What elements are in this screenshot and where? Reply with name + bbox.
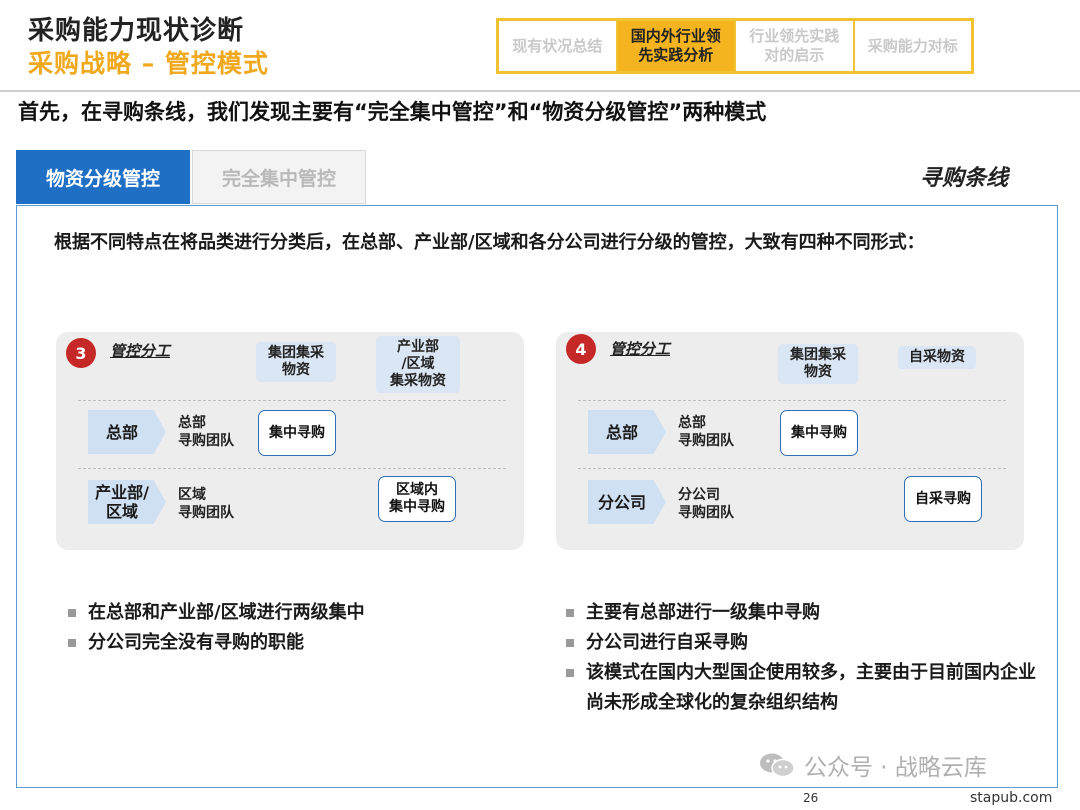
diagram-number-badge: 3 (66, 338, 96, 368)
header-divider (0, 90, 1080, 92)
row-divider (578, 468, 1006, 469)
page-title: 采购能力现状诊断 (28, 16, 245, 46)
box-centralized-sourcing: 集中寻购 (258, 410, 336, 456)
list-item: 分公司完全没有寻购的职能 (68, 628, 508, 658)
diagram-card-3: 3 管控分工 集团集采 物资 产业部 /区域 集采物资 总部 总部 寻购团队 集… (56, 332, 524, 550)
list-item: 分公司进行自采寻购 (566, 628, 1050, 658)
section-nav: 现有状况总结 国内外行业领 先实践分析 行业领先实践 对的启示 采购能力对标 (496, 18, 974, 74)
list-item: 该模式在国内大型国企使用较多，主要由于目前国内企业尚未形成全球化的复杂组织结构 (566, 658, 1050, 718)
box-regional-sourcing: 区域内 集中寻购 (378, 476, 456, 522)
box-centralized-sourcing: 集中寻购 (780, 410, 858, 456)
arrow-label-hq: 总部 (88, 410, 166, 454)
page-subtitle: 采购战略 – 管控模式 (28, 49, 269, 78)
diagram-number-badge: 4 (566, 334, 596, 364)
nav-tab-practice-analysis[interactable]: 国内外行业领 先实践分析 (617, 21, 736, 71)
bullet-marker (566, 669, 574, 677)
team-label-hq: 总部 寻购团队 (678, 415, 734, 449)
list-item: 在总部和产业部/区域进行两级集中 (68, 598, 508, 628)
arrow-label-hq: 总部 (588, 410, 666, 454)
nav-tab-summary[interactable]: 现有状况总结 (499, 21, 618, 71)
section-label: 寻购条线 (920, 166, 1009, 191)
bullet-marker (566, 609, 574, 617)
row-divider (578, 400, 1006, 401)
row-divider (78, 400, 506, 401)
bullet-list-right: 主要有总部进行一级集中寻购 分公司进行自采寻购 该模式在国内大型国企使用较多，主… (566, 598, 1050, 718)
diagram-title: 管控分工 (610, 340, 671, 358)
row-divider (78, 468, 506, 469)
tab-tiered-control[interactable]: 物资分级管控 (16, 150, 190, 204)
watermark-text: 公众号 · 战略云库 (804, 755, 987, 781)
column-header-division-procurement: 产业部 /区域 集采物资 (376, 336, 460, 393)
column-header-group-procurement: 集团集采 物资 (778, 344, 858, 384)
bullet-marker (68, 609, 76, 617)
list-item: 主要有总部进行一级集中寻购 (566, 598, 1050, 628)
arrow-label-branch: 分公司 (588, 480, 666, 524)
tab-full-centralized[interactable]: 完全集中管控 (192, 150, 366, 204)
wechat-icon (760, 753, 795, 778)
page-number: 26 (803, 791, 819, 805)
bullet-marker (566, 639, 574, 647)
bullet-list-left: 在总部和产业部/区域进行两级集中 分公司完全没有寻购的职能 (68, 598, 508, 658)
arrow-label-division: 产业部/ 区域 (88, 480, 166, 524)
diagram-title: 管控分工 (110, 342, 171, 360)
diagram-card-4: 4 管控分工 集团集采 物资 自采物资 总部 总部 寻购团队 集中寻购 分公司 … (556, 332, 1024, 550)
watermark: 公众号 · 战略云库 (758, 748, 987, 782)
headline: 首先，在寻购条线，我们发现主要有“完全集中管控”和“物资分级管控”两种模式 (18, 100, 767, 124)
nav-tab-insights[interactable]: 行业领先实践 对的启示 (736, 21, 855, 71)
nav-tab-benchmark[interactable]: 采购能力对标 (855, 21, 972, 71)
column-header-group-procurement: 集团集采 物资 (256, 342, 336, 382)
box-self-sourcing: 自采寻购 (904, 476, 982, 522)
team-label-hq: 总部 寻购团队 (178, 415, 234, 449)
team-label-branch: 分公司 寻购团队 (678, 487, 734, 521)
column-header-self-procurement: 自采物资 (898, 346, 976, 369)
bullet-marker (68, 639, 76, 647)
site-url: stapub.com (970, 790, 1053, 806)
intro-text: 根据不同特点在将品类进行分类后，在总部、产业部/区域和各分公司进行分级的管控，大… (54, 232, 925, 253)
team-label-division: 区域 寻购团队 (178, 487, 234, 521)
